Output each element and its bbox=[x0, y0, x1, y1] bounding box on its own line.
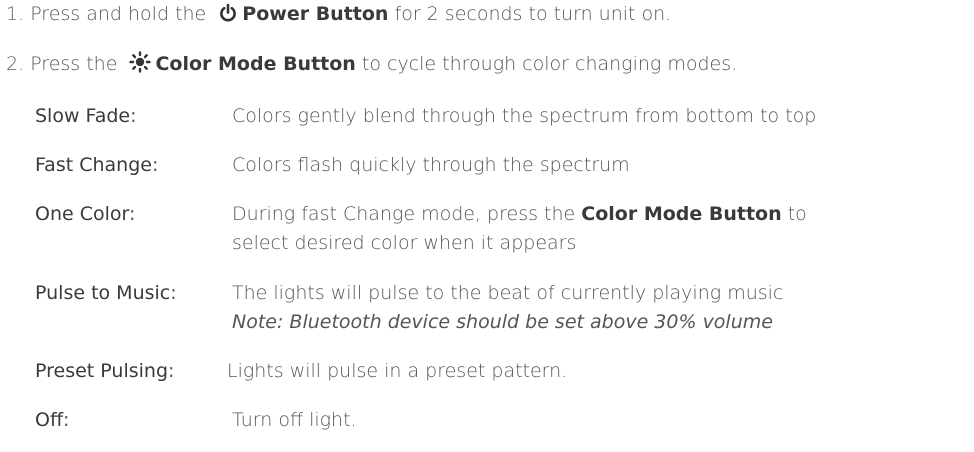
mode-label: Preset Pulsing: bbox=[35, 360, 175, 382]
mode-description: Colors flash quickly through the spectru… bbox=[232, 154, 630, 176]
mode-description: Colors gently blend through the spectrum… bbox=[232, 105, 817, 127]
step-2: 2. Press the Color Mode Button to cycle … bbox=[6, 51, 737, 80]
step-number: 2. bbox=[6, 53, 25, 75]
mode-label: One Color: bbox=[35, 203, 136, 225]
mode-description: Turn off light. bbox=[232, 409, 357, 431]
mode-description: Lights will pulse in a preset pattern. bbox=[227, 360, 568, 382]
color-mode-button-label: Color Mode Button bbox=[581, 203, 782, 225]
step-text: to cycle through color changing modes. bbox=[361, 53, 738, 75]
step-text: for 2 seconds to turn unit on. bbox=[394, 3, 672, 25]
mode-label: Pulse to Music: bbox=[35, 282, 177, 304]
step-number: 1. bbox=[6, 3, 25, 25]
instructions-document: 1. Press and hold the Power Button for 2… bbox=[0, 0, 974, 452]
step-1: 1. Press and hold the Power Button for 2… bbox=[6, 1, 671, 30]
power-button-label: Power Button bbox=[242, 3, 389, 25]
power-icon bbox=[218, 3, 238, 30]
step-text: Press the bbox=[30, 53, 118, 75]
mode-label: Fast Change: bbox=[35, 154, 159, 176]
step-text: Press and hold the bbox=[30, 3, 207, 25]
mode-label: Off: bbox=[35, 409, 70, 431]
color-mode-button-label: Color Mode Button bbox=[155, 53, 356, 75]
mode-note: Note: Bluetooth device should be set abo… bbox=[232, 311, 773, 333]
mode-description: During fast Change mode, press the Color… bbox=[232, 203, 807, 254]
mode-description: The lights will pulse to the beat of cur… bbox=[232, 279, 967, 337]
sun-icon bbox=[129, 51, 152, 80]
mode-label: Slow Fade: bbox=[35, 105, 137, 127]
